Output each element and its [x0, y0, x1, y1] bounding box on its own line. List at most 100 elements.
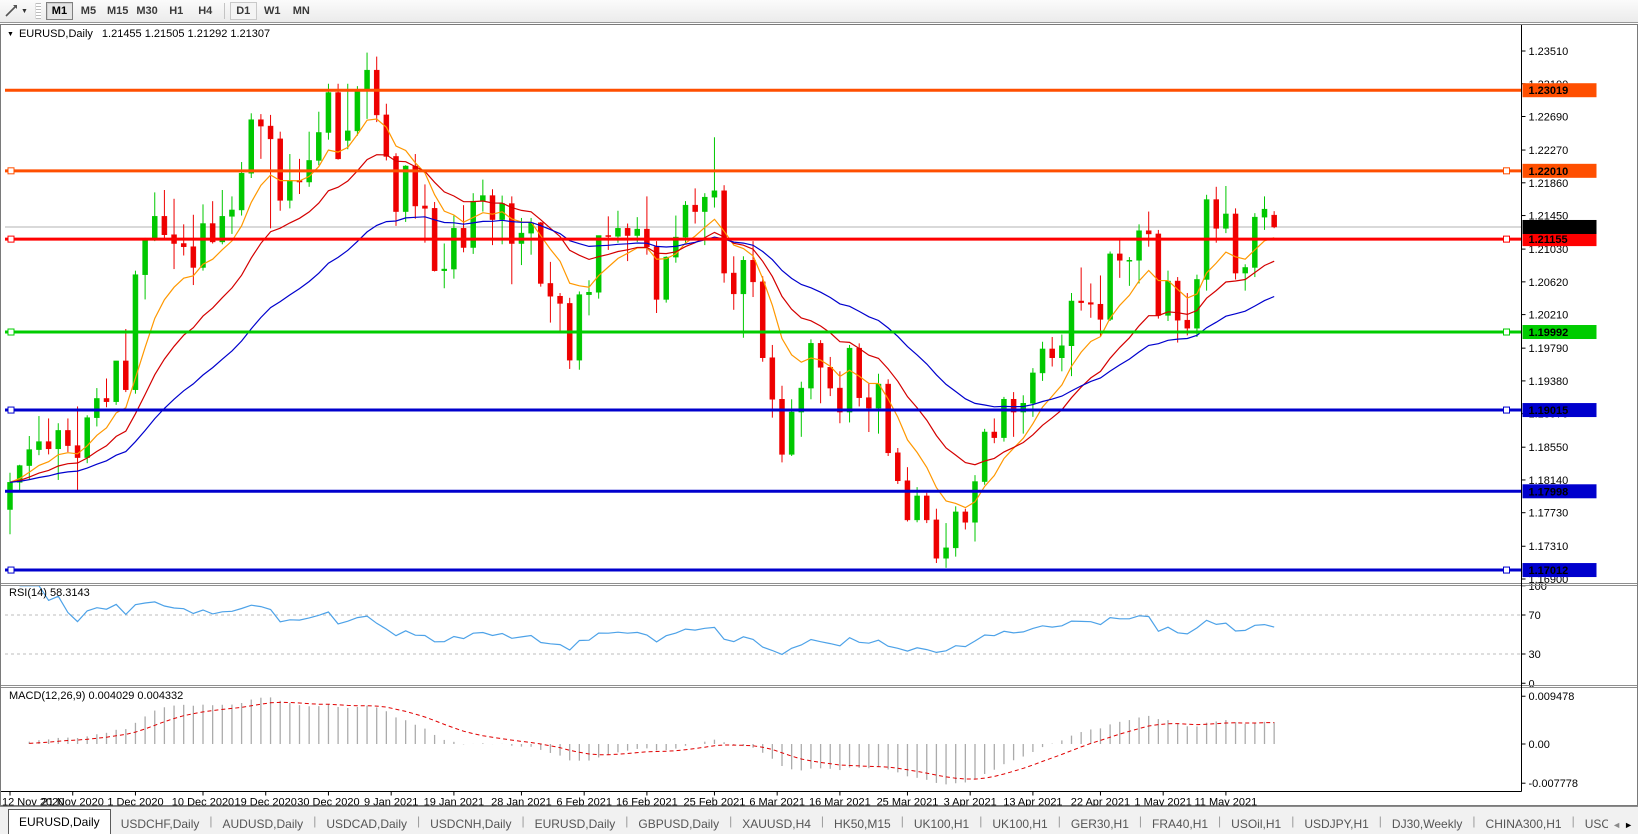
chart-title-symbol: EURUSD,Daily	[19, 28, 93, 40]
price-chart-canvas[interactable]: 1.235101.231001.226901.222701.218601.214…	[0, 24, 1638, 806]
chart-tab-gbpusd-daily[interactable]: GBPUSD,Daily	[628, 813, 729, 834]
candle-body	[181, 244, 186, 247]
candle-body	[895, 453, 900, 481]
chart-tab-eurusd-daily[interactable]: EURUSD,Daily	[525, 813, 626, 834]
line-handle[interactable]	[1504, 236, 1510, 242]
candle-body	[847, 348, 852, 412]
candle-body	[538, 223, 543, 284]
candle-body	[712, 191, 717, 197]
toolbar: ▼ M1M5M15M30H1H4 D1W1MN	[0, 0, 1638, 23]
chevron-down-icon[interactable]: ▼	[21, 8, 28, 15]
candle-body	[345, 131, 350, 141]
chart-background	[0, 24, 1638, 806]
trendline-tool-icon[interactable]	[2, 2, 20, 20]
candle-body	[934, 520, 939, 558]
chart-tab-uk100-h1[interactable]: UK100,H1	[904, 813, 979, 834]
macd-tick-label: 0.00	[1529, 739, 1550, 751]
chart-tab-audusd-daily[interactable]: AUDUSD,Daily	[213, 813, 314, 834]
candle-body	[480, 196, 485, 202]
candle-body	[336, 93, 341, 159]
chart-tab-xauusd-h4[interactable]: XAUUSD,H4	[732, 813, 821, 834]
candle-body	[799, 388, 804, 412]
chart-tab-fra40-h1[interactable]: FRA40,H1	[1142, 813, 1218, 834]
candle-body	[789, 412, 794, 454]
candle-body	[258, 120, 263, 126]
timeframe-button-h4[interactable]: H4	[192, 2, 219, 20]
chart-tab-usoil-h1[interactable]: USOil,H1	[1221, 813, 1291, 834]
timeframe-button-m30[interactable]: M30	[133, 2, 160, 20]
candle-body	[654, 247, 659, 300]
timeframe-button-m1[interactable]: M1	[46, 2, 73, 20]
candle-body	[239, 173, 244, 210]
candle-body	[85, 418, 90, 458]
timeframe-button-m5[interactable]: M5	[75, 2, 102, 20]
price-tick-label: 1.20620	[1529, 277, 1569, 289]
tab-scroll-left-icon[interactable]: ◄	[1612, 820, 1624, 830]
timeframe-button-mn[interactable]: MN	[288, 2, 315, 20]
tab-scroll-arrows[interactable]: ◄►	[1608, 820, 1636, 830]
price-badge-label: 1.19992	[1529, 327, 1569, 339]
rsi-tick-label: 0	[1529, 678, 1535, 690]
chart-tab-usdjpy-h1[interactable]: USDJPY,H1	[1294, 813, 1378, 834]
candle-body	[403, 166, 408, 212]
candle-body	[1088, 303, 1093, 305]
line-handle[interactable]	[8, 329, 14, 335]
time-tick-label: 19 Dec 2020	[235, 797, 297, 807]
chart-tab-usdchf-daily[interactable]: USDCHF,Daily	[111, 813, 210, 834]
chart-tab-usdcad-daily[interactable]: USDCAD,Daily	[316, 813, 417, 834]
time-tick-label: 25 Mar 2021	[877, 797, 939, 807]
candle-body	[924, 496, 929, 520]
time-tick-label: 1 Dec 2020	[107, 797, 163, 807]
toolbar-gripper[interactable]	[35, 3, 41, 19]
time-tick-label: 3 Apr 2021	[944, 797, 997, 807]
candle-body	[683, 205, 688, 237]
price-tick-label: 1.20210	[1529, 310, 1569, 322]
candle-body	[664, 257, 669, 299]
candle-body	[808, 343, 813, 388]
chart-tab-usdcnh-daily[interactable]: USDCNH,Daily	[420, 813, 521, 834]
candle-body	[1117, 254, 1122, 260]
candle-body	[606, 236, 611, 237]
chart-tab-hk50-m15[interactable]: HK50,M15	[824, 813, 901, 834]
line-handle[interactable]	[8, 407, 14, 413]
candle-body	[1175, 281, 1180, 320]
macd-tick-label: -0.007778	[1529, 778, 1579, 790]
rsi-indicator-label: RSI(14) 58.3143	[9, 587, 90, 599]
time-tick-label: 9 Jan 2021	[364, 797, 418, 807]
candle-body	[394, 156, 399, 211]
price-tick-label: 1.23510	[1529, 46, 1569, 58]
candle-body	[693, 205, 698, 211]
candle-body	[1156, 234, 1161, 315]
line-handle[interactable]	[1504, 329, 1510, 335]
candle-body	[1233, 214, 1238, 273]
timeframe-button-d1[interactable]: D1	[230, 2, 257, 20]
timeframe-button-m15[interactable]: M15	[104, 2, 131, 20]
line-handle[interactable]	[8, 236, 14, 242]
candle-body	[1252, 217, 1257, 267]
line-handle[interactable]	[1504, 407, 1510, 413]
time-tick-label: 30 Dec 2020	[297, 797, 359, 807]
chart-tab-eurusd-daily[interactable]: EURUSD,Daily	[8, 809, 111, 834]
line-handle[interactable]	[1504, 168, 1510, 174]
line-handle[interactable]	[8, 567, 14, 573]
macd-tick-label: 0.009478	[1529, 691, 1575, 703]
candle-body	[1069, 301, 1074, 346]
line-handle[interactable]	[8, 168, 14, 174]
candle-body	[1030, 373, 1035, 403]
candle-body	[866, 398, 871, 408]
line-handle[interactable]	[1504, 567, 1510, 573]
time-tick-label: 21 Nov 2020	[42, 797, 104, 807]
tab-scroll-right-icon[interactable]: ►	[1624, 820, 1636, 830]
chart-tab-ger30-h1[interactable]: GER30,H1	[1061, 813, 1139, 834]
chart-tab-dj30-weekly[interactable]: DJ30,Weekly	[1382, 813, 1472, 834]
price-badge-label: 1.17012	[1529, 565, 1569, 577]
chart-tab-uk100-h1[interactable]: UK100,H1	[982, 813, 1057, 834]
candle-body	[837, 388, 842, 412]
timeframe-button-h1[interactable]: H1	[163, 2, 190, 20]
candle-body	[191, 247, 196, 268]
timeframe-button-w1[interactable]: W1	[259, 2, 286, 20]
macd-indicator-label: MACD(12,26,9) 0.004029 0.004332	[9, 690, 183, 702]
chart-tab-china300-h1[interactable]: CHINA300,H1	[1476, 813, 1572, 834]
chart-tab-bar: EURUSD,DailyUSDCHF,Daily|AUDUSD,Daily|US…	[0, 806, 1638, 834]
time-tick-label: 16 Mar 2021	[809, 797, 871, 807]
